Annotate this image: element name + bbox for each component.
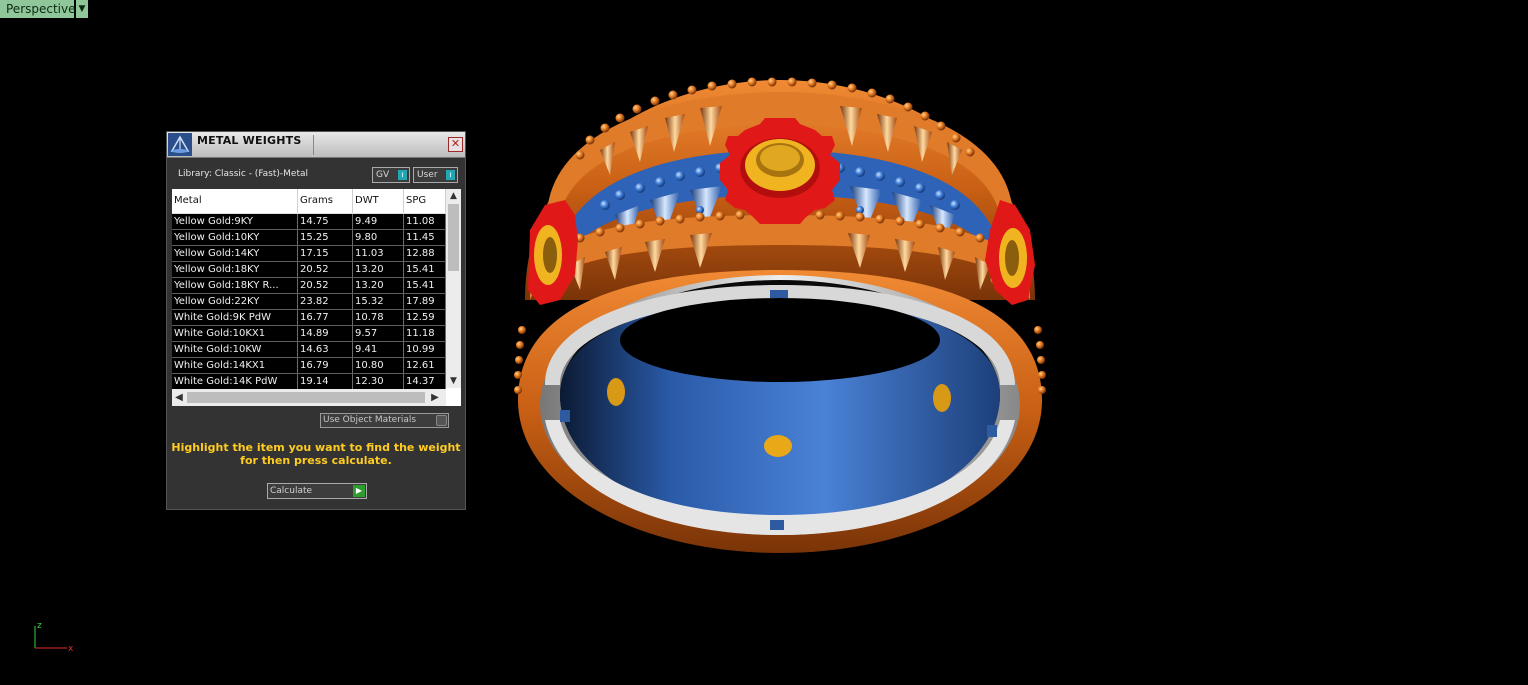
library-label: Library: Classic - (Fast)-Metal <box>178 169 309 179</box>
viewport-dropdown-icon[interactable]: ▼ <box>76 0 88 18</box>
cell-metal: White Gold:9K PdW <box>172 310 298 325</box>
cell-grams: 14.63 <box>298 342 353 357</box>
cell-grams: 16.79 <box>298 358 353 373</box>
instruction-line-2: for then press calculate. <box>240 454 392 467</box>
calculate-button[interactable]: Calculate ▶ <box>267 483 367 499</box>
cell-grams: 19.14 <box>298 374 353 389</box>
cell-dwt: 13.20 <box>353 278 404 293</box>
cell-spg: 15.41 <box>404 278 446 293</box>
cell-metal: White Gold:14K PdW <box>172 374 298 389</box>
cell-spg: 12.59 <box>404 310 446 325</box>
toggle-indicator-icon: ı <box>398 170 407 180</box>
cell-grams: 20.52 <box>298 278 353 293</box>
axis-gizmo: z x <box>34 621 74 654</box>
panel-titlebar[interactable]: METAL WEIGHTS ✕ <box>167 132 465 158</box>
cell-grams: 14.75 <box>298 214 353 229</box>
vertical-scrollbar[interactable]: ▲ ▼ <box>446 189 461 388</box>
cell-grams: 20.52 <box>298 262 353 277</box>
cell-metal: Yellow Gold:18KY <box>172 262 298 277</box>
cell-dwt: 9.57 <box>353 326 404 341</box>
title-divider <box>313 135 314 155</box>
cell-grams: 15.25 <box>298 230 353 245</box>
table-row[interactable]: Yellow Gold:18KY 20.52 13.20 15.41 <box>172 262 446 278</box>
table-row[interactable]: Yellow Gold:22KY 23.82 15.32 17.89 <box>172 294 446 310</box>
instruction-text: Highlight the item you want to find the … <box>167 441 465 467</box>
scroll-down-icon[interactable]: ▼ <box>446 374 461 388</box>
cell-spg: 11.18 <box>404 326 446 341</box>
table-row[interactable]: Yellow Gold:9KY 14.75 9.49 11.08 <box>172 214 446 230</box>
cell-metal: Yellow Gold:22KY <box>172 294 298 309</box>
radio-icon[interactable] <box>436 415 447 426</box>
cell-dwt: 9.41 <box>353 342 404 357</box>
table-row[interactable]: White Gold:9K PdW 16.77 10.78 12.59 <box>172 310 446 326</box>
cell-metal: White Gold:10KX1 <box>172 326 298 341</box>
table-row[interactable]: White Gold:10KW 14.63 9.41 10.99 <box>172 342 446 358</box>
table-row[interactable]: White Gold:10KX1 14.89 9.57 11.18 <box>172 326 446 342</box>
cell-grams: 23.82 <box>298 294 353 309</box>
column-header-spg[interactable]: SPG <box>404 189 446 213</box>
scroll-thumb-horizontal[interactable] <box>187 392 425 403</box>
close-icon[interactable]: ✕ <box>448 137 463 152</box>
play-icon: ▶ <box>353 485 365 497</box>
cell-spg: 14.37 <box>404 374 446 389</box>
column-header-grams[interactable]: Grams <box>298 189 353 213</box>
cell-metal: Yellow Gold:9KY <box>172 214 298 229</box>
table-row[interactable]: Yellow Gold:10KY 15.25 9.80 11.45 <box>172 230 446 246</box>
scroll-thumb[interactable] <box>448 204 459 271</box>
instruction-line-1: Highlight the item you want to find the … <box>171 441 461 454</box>
axis-z-label: z <box>37 621 42 631</box>
column-header-metal[interactable]: Metal <box>172 189 298 213</box>
column-header-dwt[interactable]: DWT <box>353 189 404 213</box>
cell-spg: 15.41 <box>404 262 446 277</box>
cell-spg: 12.88 <box>404 246 446 261</box>
cell-dwt: 12.30 <box>353 374 404 389</box>
cell-metal: Yellow Gold:14KY <box>172 246 298 261</box>
cell-spg: 12.61 <box>404 358 446 373</box>
cell-metal: White Gold:10KW <box>172 342 298 357</box>
table-header: Metal Grams DWT SPG <box>172 189 446 214</box>
scroll-up-icon[interactable]: ▲ <box>446 189 461 203</box>
table-body: Yellow Gold:9KY 14.75 9.49 11.08 Yellow Gol… <box>172 214 446 390</box>
cell-spg: 11.08 <box>404 214 446 229</box>
scale-icon <box>168 133 192 156</box>
table-row[interactable]: White Gold:14KX1 16.79 10.80 12.61 <box>172 358 446 374</box>
table-row[interactable]: Yellow Gold:18KY R... 20.52 13.20 15.41 <box>172 278 446 294</box>
metal-weights-panel: METAL WEIGHTS ✕ Library: Classic - (Fast… <box>166 131 466 510</box>
cell-grams: 14.89 <box>298 326 353 341</box>
scroll-right-icon[interactable]: ▶ <box>428 389 442 406</box>
table-row[interactable]: Yellow Gold:14KY 17.15 11.03 12.88 <box>172 246 446 262</box>
cell-dwt: 9.80 <box>353 230 404 245</box>
cell-spg: 11.45 <box>404 230 446 245</box>
cell-dwt: 13.20 <box>353 262 404 277</box>
gv-toggle[interactable]: GV ı <box>372 167 410 183</box>
cell-spg: 10.99 <box>404 342 446 357</box>
cell-dwt: 10.80 <box>353 358 404 373</box>
cell-metal: White Gold:14KX1 <box>172 358 298 373</box>
use-object-materials-label: Use Object Materials <box>323 415 417 425</box>
user-toggle[interactable]: User ı <box>413 167 458 183</box>
gv-toggle-label: GV <box>376 170 390 180</box>
viewport-tab[interactable]: Perspective ▼ <box>0 0 88 18</box>
metal-table[interactable]: Metal Grams DWT SPG Yellow Gold:9KY 14.75… <box>172 189 461 406</box>
cell-dwt: 15.32 <box>353 294 404 309</box>
cell-metal: Yellow Gold:10KY <box>172 230 298 245</box>
ring-model[interactable] <box>514 77 1046 554</box>
cell-metal: Yellow Gold:18KY R... <box>172 278 298 293</box>
calculate-label: Calculate <box>270 486 313 496</box>
scroll-left-icon[interactable]: ◀ <box>172 389 186 406</box>
cell-dwt: 11.03 <box>353 246 404 261</box>
cell-grams: 16.77 <box>298 310 353 325</box>
user-toggle-label: User <box>417 170 438 180</box>
cell-spg: 17.89 <box>404 294 446 309</box>
use-object-materials-toggle[interactable]: Use Object Materials <box>320 413 449 428</box>
table-row[interactable]: White Gold:14K PdW 19.14 12.30 14.37 <box>172 374 446 390</box>
viewport-label[interactable]: Perspective <box>0 0 76 18</box>
panel-title: METAL WEIGHTS <box>197 134 302 147</box>
toggle-indicator-icon: ı <box>446 170 455 180</box>
axis-x-label: x <box>68 644 74 654</box>
horizontal-scrollbar[interactable]: ◀ ▶ <box>172 389 446 406</box>
cell-grams: 17.15 <box>298 246 353 261</box>
cell-dwt: 10.78 <box>353 310 404 325</box>
cell-dwt: 9.49 <box>353 214 404 229</box>
